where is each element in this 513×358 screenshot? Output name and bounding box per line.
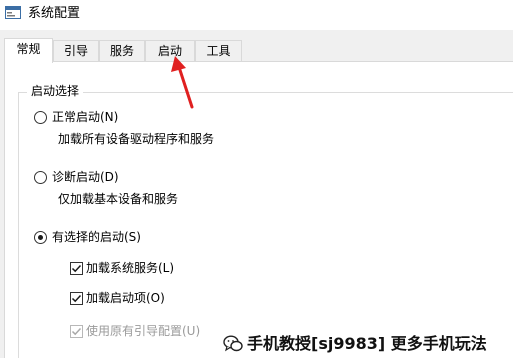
- normal-startup-radio[interactable]: [34, 111, 47, 124]
- tab-services[interactable]: 服务: [99, 40, 145, 61]
- title-bar: 系统配置: [0, 0, 513, 30]
- diagnostic-startup-label[interactable]: 诊断启动(D): [52, 169, 119, 185]
- system-config-icon: [5, 6, 21, 19]
- diagnostic-startup-description: 仅加载基本设备和服务: [58, 192, 179, 206]
- load-startup-items-checkbox[interactable]: [70, 292, 83, 305]
- window-title: 系统配置: [28, 6, 81, 21]
- radio-selected-dot: [38, 235, 43, 240]
- tab-boot[interactable]: 引导: [53, 40, 99, 61]
- startup-selection-legend: 启动选择: [27, 83, 84, 99]
- selective-startup-radio[interactable]: [34, 231, 47, 244]
- checkmark-icon: [71, 327, 82, 336]
- normal-startup-description: 加载所有设备驱动程序和服务: [58, 132, 215, 146]
- selective-startup-label[interactable]: 有选择的启动(S): [52, 229, 141, 245]
- tab-strip: 常规 引导 服务 启动 工具: [0, 38, 513, 63]
- wechat-icon: [223, 335, 243, 352]
- use-original-boot-config-checkbox[interactable]: [70, 325, 83, 338]
- checkmark-icon: [71, 264, 82, 273]
- use-original-boot-config-label[interactable]: 使用原有引导配置(U): [86, 323, 200, 339]
- load-system-services-label[interactable]: 加载系统服务(L): [86, 260, 174, 276]
- normal-startup-label[interactable]: 正常启动(N): [52, 109, 118, 125]
- red-arrow-annotation: [171, 56, 194, 109]
- watermark-text: 手机教授[sj9983] 更多手机玩法: [247, 334, 487, 353]
- load-system-services-checkbox[interactable]: [70, 262, 83, 275]
- tab-tools[interactable]: 工具: [195, 40, 242, 61]
- diagnostic-startup-radio[interactable]: [34, 171, 47, 184]
- checkmark-icon: [71, 294, 82, 303]
- load-startup-items-label[interactable]: 加载启动项(O): [86, 290, 165, 306]
- watermark: 手机教授[sj9983] 更多手机玩法: [213, 330, 513, 358]
- tab-general[interactable]: 常规: [4, 38, 53, 63]
